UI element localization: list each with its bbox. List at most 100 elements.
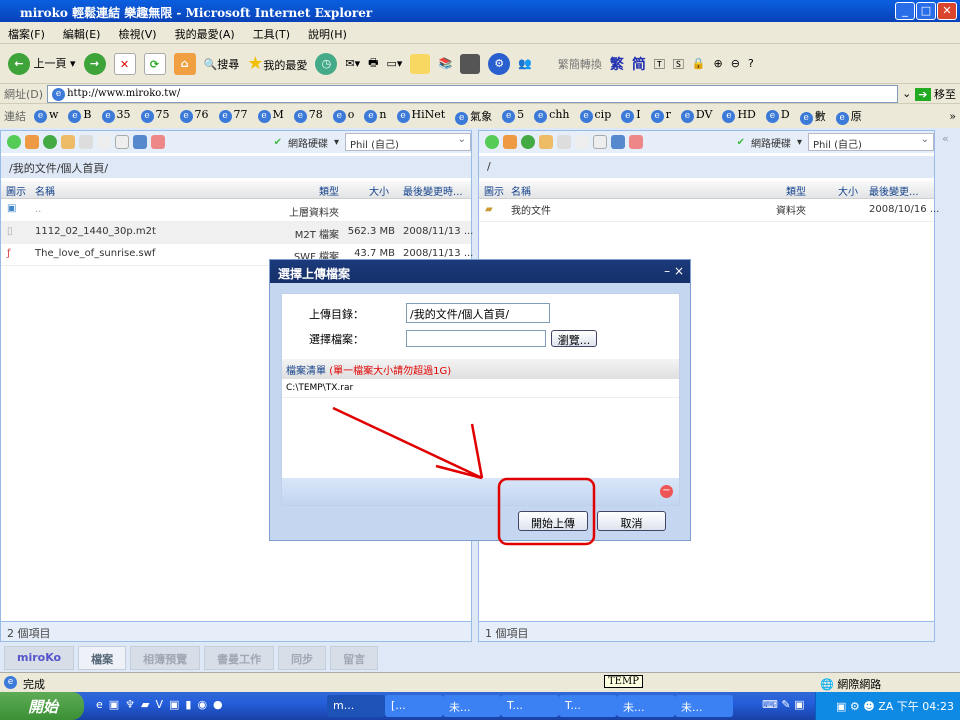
taskbar-button[interactable]: m... — [327, 695, 385, 717]
tab-messages[interactable]: 留言 — [330, 646, 379, 670]
quick-launch-icons[interactable]: e▣♆▰V▣▮◉● — [96, 698, 229, 711]
rename-icon[interactable] — [557, 135, 571, 149]
simplified-button[interactable]: 简 — [632, 54, 646, 74]
taskbar-button[interactable]: [... — [385, 695, 443, 717]
zoom-out-icon[interactable]: ⊖ — [731, 57, 740, 70]
link-item[interactable]: e數 — [799, 108, 826, 125]
col-icon[interactable]: 圖示 — [484, 183, 504, 198]
link-item[interactable]: e 78 — [293, 108, 323, 125]
edit-icon[interactable]: ▭▾ — [387, 57, 403, 70]
favorites-button[interactable]: ★我的最愛 — [247, 53, 307, 74]
messenger-icon[interactable]: 👥 — [518, 57, 532, 70]
menu-file[interactable]: 檔案(F) — [8, 26, 45, 41]
link-item[interactable]: e 75 — [140, 108, 170, 125]
link-item[interactable]: e HD — [722, 108, 756, 125]
link-item[interactable]: e 76 — [179, 108, 209, 125]
dialog-title-bar[interactable]: 選擇上傳檔案 – × — [270, 260, 690, 283]
link-item[interactable]: e HiNet — [396, 108, 445, 125]
ok-icon[interactable] — [7, 135, 21, 149]
link-item[interactable]: eB — [68, 108, 92, 125]
address-input[interactable]: e http://www.miroko.tw/ — [47, 84, 899, 103]
col-size[interactable]: 大小 — [838, 183, 858, 198]
drive-menu[interactable]: 網路硬碟 — [751, 135, 791, 150]
download-icon[interactable] — [460, 53, 481, 74]
col-size[interactable]: 大小 — [369, 183, 389, 198]
refresh-icon[interactable]: ⟳ — [143, 52, 166, 75]
s-icon[interactable]: 🅂 — [673, 56, 684, 72]
share-icon[interactable] — [133, 135, 147, 149]
home-icon[interactable] — [25, 135, 39, 149]
links-overflow-icon[interactable]: » — [949, 110, 956, 123]
link-item[interactable]: e cip — [579, 108, 611, 125]
menu-edit[interactable]: 編輯(E) — [63, 26, 101, 41]
menu-tools[interactable]: 工具(T) — [253, 26, 290, 41]
menu-view[interactable]: 檢視(V) — [118, 26, 156, 41]
link-item[interactable]: e 氣象 — [455, 108, 492, 125]
tab-miroko[interactable]: miroKo — [4, 646, 75, 670]
delete-icon[interactable] — [575, 135, 589, 149]
link-item[interactable]: e5 — [502, 108, 524, 125]
link-item[interactable]: e原 — [835, 108, 862, 125]
rename-icon[interactable] — [79, 135, 93, 149]
collapse-icon[interactable]: « — [942, 132, 949, 145]
tray-icons[interactable]: ▣ ⚙ ☻ ZA — [836, 700, 897, 713]
link-item[interactable]: e 35 — [101, 108, 131, 125]
forward-icon[interactable]: → — [83, 52, 106, 75]
print-icon[interactable]: 🖶 — [368, 54, 378, 73]
link-item[interactable]: ew — [34, 108, 58, 125]
file-row[interactable]: ▯ 1112_02_1440_30p.m2t M2T 檔案 562.3 MB 2008/… — [1, 222, 473, 244]
remove-icon[interactable]: − — [660, 485, 673, 498]
sync-icon[interactable] — [629, 135, 643, 149]
tab-files[interactable]: 檔案 — [78, 646, 127, 670]
link-item[interactable]: er — [650, 108, 671, 125]
new-folder-icon[interactable] — [61, 135, 75, 149]
stop-icon[interactable]: ✕ — [113, 52, 136, 75]
link-item[interactable]: eD — [765, 108, 790, 125]
link-item[interactable]: eI — [621, 108, 641, 125]
cancel-button[interactable]: 取消 — [597, 511, 666, 531]
start-upload-button[interactable]: 開始上傳 — [518, 511, 588, 531]
upload-icon[interactable] — [115, 135, 129, 149]
settings-gear-icon[interactable]: ⚙ — [488, 52, 511, 75]
minimize-button[interactable]: _ — [895, 2, 915, 20]
t-icon[interactable]: 🅃 — [654, 56, 665, 72]
new-folder-icon[interactable] — [539, 135, 553, 149]
address-dropdown-icon[interactable]: ⌄ — [902, 87, 911, 100]
sync-icon[interactable] — [151, 135, 165, 149]
link-item[interactable]: eo — [332, 108, 354, 125]
language-bar-icons[interactable]: ⌨ ✎ ▣ — [762, 698, 804, 711]
user-select[interactable]: Phil (自己) — [345, 133, 471, 151]
tab-sync[interactable]: 同步 — [278, 646, 327, 670]
go-button[interactable]: ➔ 移至 — [915, 86, 956, 102]
home-icon[interactable] — [503, 135, 517, 149]
lock-icon[interactable]: 🔒 — [692, 57, 706, 70]
col-icon[interactable]: 圖示 — [6, 183, 26, 198]
taskbar-button[interactable]: T... — [559, 695, 617, 717]
link-item[interactable]: eM — [257, 108, 284, 125]
refresh-icon[interactable] — [521, 135, 535, 149]
maximize-button[interactable]: □ — [916, 2, 936, 20]
link-item[interactable]: e 77 — [218, 108, 248, 125]
col-date[interactable]: 最後變更時... — [403, 183, 463, 198]
start-button[interactable]: 開始 — [0, 692, 84, 720]
zoom-in-icon[interactable]: ⊕ — [714, 57, 723, 70]
link-item[interactable]: en — [364, 108, 387, 125]
file-input[interactable] — [406, 330, 546, 347]
link-item[interactable]: e DV — [680, 108, 712, 125]
link-item[interactable]: e chh — [534, 108, 570, 125]
mail-icon[interactable]: ✉▾ — [345, 57, 360, 70]
taskbar-button[interactable]: T... — [501, 695, 559, 717]
user-select[interactable]: Phil (自己) — [808, 133, 934, 151]
refresh-icon[interactable] — [43, 135, 57, 149]
col-date[interactable]: 最後變更... — [869, 183, 919, 198]
minimize-icon[interactable]: – — [664, 264, 670, 278]
history-icon[interactable]: ◷ — [315, 52, 338, 75]
col-type[interactable]: 類型 — [319, 183, 339, 198]
taskbar-button[interactable]: 未... — [443, 695, 501, 717]
close-button[interactable]: ✕ — [937, 2, 957, 20]
help-icon[interactable]: ? — [748, 57, 754, 70]
search-button[interactable]: 🔍搜尋 — [204, 56, 240, 72]
delete-icon[interactable] — [97, 135, 111, 149]
col-name[interactable]: 名稱 — [511, 183, 531, 198]
taskbar-button[interactable]: 未... — [675, 695, 733, 717]
